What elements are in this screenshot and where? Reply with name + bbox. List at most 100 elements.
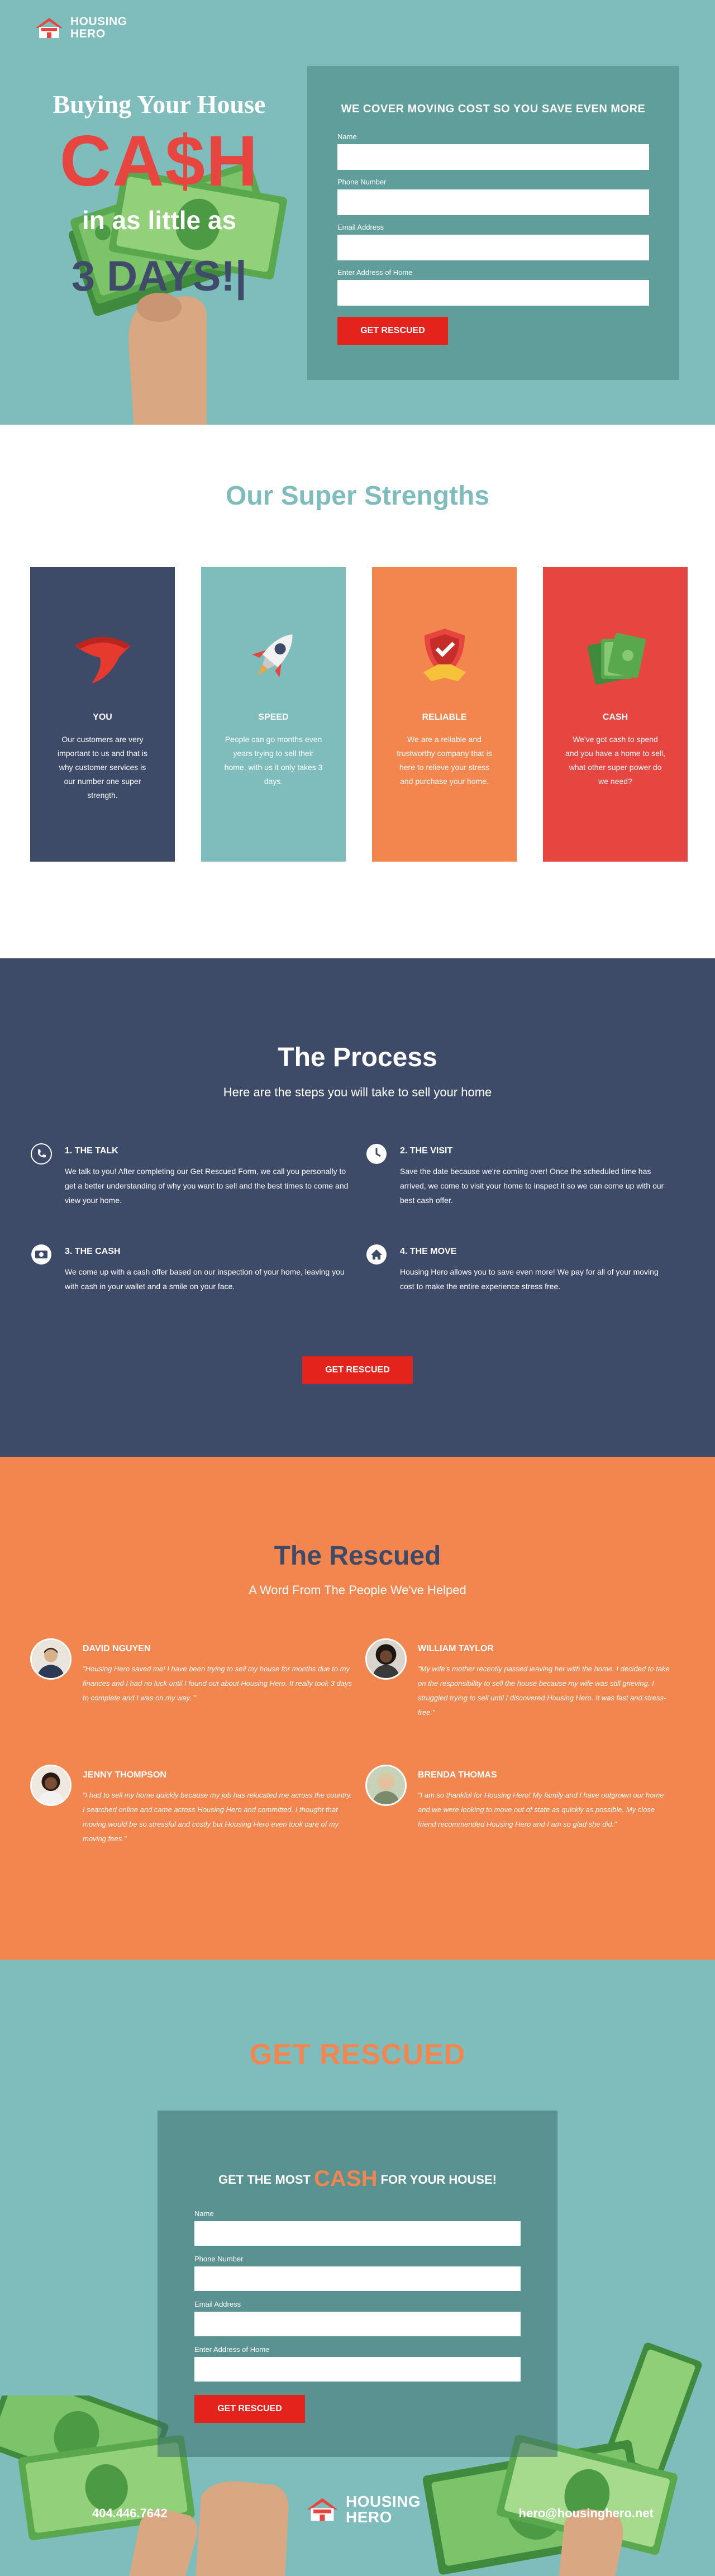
avatar: [365, 1765, 407, 1806]
process-step: 1. THE TALK We talk to you! After comple…: [30, 1143, 365, 1208]
email-input[interactable]: [337, 235, 649, 260]
hero-section: HOUSING HERO Buying Your House CA$H in a…: [0, 0, 715, 425]
process-step: 3. THE CASH We come up with a cash offer…: [30, 1244, 365, 1294]
testimonial: BRENDA THOMAS "I am so thankful for Hous…: [365, 1765, 685, 1846]
step-text: Housing Hero allows you to save even mor…: [400, 1267, 659, 1291]
testimonial-name: DAVID NGUYEN: [83, 1644, 151, 1653]
cta-heading-cash: CASH: [314, 2166, 378, 2191]
strength-text: We are a reliable and trustworthy compan…: [397, 735, 492, 786]
cta-heading-pre: GET THE MOST: [218, 2173, 311, 2187]
process-step: 4. THE MOVE Housing Hero allows you to s…: [365, 1244, 685, 1294]
strengths-cards: YOU Our customers are very important to …: [30, 567, 688, 862]
hero-subtitle: in as little as: [82, 206, 237, 235]
cta-form-heading: GET THE MOST CASH FOR YOUR HOUSE!: [194, 2166, 521, 2192]
testimonial-quote: "I had to sell my home quickly because m…: [83, 1791, 352, 1843]
step-text: We talk to you! After completing our Get…: [65, 1167, 349, 1205]
cta-section: GET RESCUED GET THE MOST CASH FOR YOUR H…: [0, 1960, 715, 2576]
strength-text: People can go months even years trying t…: [224, 735, 323, 786]
process-section: The Process Here are the steps you will …: [0, 958, 715, 1457]
clock-icon: [366, 1144, 387, 1164]
testimonial-name: BRENDA THOMAS: [418, 1770, 497, 1780]
rocket-icon: [251, 634, 292, 678]
cta-phone-label: Phone Number: [194, 2255, 244, 2263]
address-label: Enter Address of Home: [337, 268, 413, 277]
shield-handshake-icon: [423, 629, 466, 681]
strength-title: SPEED: [258, 712, 289, 722]
cta-heading-post: FOR YOUR HOUSE!: [380, 2173, 497, 2187]
testimonials-section: The Rescued A Word From The People We've…: [0, 1457, 715, 1960]
site-logo[interactable]: HOUSING HERO: [34, 16, 127, 40]
cta-address-input[interactable]: [194, 2357, 521, 2382]
cta-email-label: Email Address: [194, 2300, 241, 2308]
cta-email-input[interactable]: [194, 2312, 521, 2336]
avatar: [30, 1765, 72, 1806]
phone-input[interactable]: [337, 189, 649, 215]
hero-lead-form: WE COVER MOVING COST SO YOU SAVE EVEN MO…: [307, 66, 679, 380]
strength-text: We've got cash to spend and you have a h…: [565, 735, 666, 786]
name-input[interactable]: [337, 144, 649, 170]
footer-phone[interactable]: 404.446.7642: [92, 2506, 168, 2521]
cta-title: GET RESCUED: [249, 2038, 466, 2071]
strength-title: YOU: [93, 712, 112, 722]
strength-card-you: YOU Our customers are very important to …: [30, 567, 175, 862]
process-get-rescued-button[interactable]: GET RESCUED: [302, 1356, 413, 1384]
step-title: 3. THE CASH: [65, 1247, 121, 1256]
phone-icon: [31, 1143, 52, 1165]
logo-line-2: HERO: [70, 27, 106, 40]
testimonial-quote: "Housing Hero saved me! I have been tryi…: [83, 1665, 352, 1702]
footer-email[interactable]: hero@housinghero.net: [519, 2506, 654, 2521]
strength-text: Our customers are very important to us a…: [57, 735, 148, 800]
logo-line-1: HOUSING: [70, 15, 127, 28]
cape-icon: [74, 637, 131, 683]
step-title: 2. THE VISIT: [400, 1146, 453, 1156]
testimonials-title: The Rescued: [274, 1541, 441, 1571]
hand-illustration: [196, 2481, 289, 2576]
strengths-section: Our Super Strengths YOU Our customers ar…: [0, 425, 715, 958]
logo-text: HOUSING HERO: [70, 16, 127, 40]
address-input[interactable]: [337, 280, 649, 306]
cta-address-label: Enter Address of Home: [194, 2345, 270, 2354]
cta-lead-form: GET THE MOST CASH FOR YOUR HOUSE! Name P…: [158, 2111, 557, 2457]
avatar: [30, 1638, 72, 1680]
testimonial-quote: "I am so thankful for Housing Hero! My f…: [418, 1791, 664, 1828]
hero-cash-word: CA$H: [59, 121, 259, 201]
testimonial-name: WILLIAM TAYLOR: [418, 1644, 494, 1653]
cta-phone-input[interactable]: [194, 2266, 521, 2291]
step-text: Save the date because we're coming over!…: [400, 1167, 664, 1205]
testimonial-name: JENNY THOMPSON: [83, 1770, 166, 1780]
strength-card-speed: SPEED People can go months even years tr…: [201, 567, 346, 862]
cash-icon: [31, 1244, 51, 1265]
process-subtitle: Here are the steps you will take to sell…: [223, 1085, 492, 1099]
step-title: 4. THE MOVE: [400, 1247, 457, 1256]
strength-title: CASH: [602, 712, 628, 722]
email-label: Email Address: [337, 223, 384, 231]
strength-card-reliable: RELIABLE We are a reliable and trustwort…: [372, 567, 517, 862]
testimonial-list: DAVID NGUYEN "Housing Hero saved me! I h…: [30, 1638, 685, 1846]
testimonial: WILLIAM TAYLOR "My wife's mother recentl…: [365, 1638, 685, 1720]
home-icon: [366, 1244, 387, 1265]
strengths-title: Our Super Strengths: [225, 481, 490, 511]
hero-title: Buying Your House: [53, 90, 266, 118]
strength-card-cash: CASH We've got cash to spend and you hav…: [543, 567, 688, 862]
name-label: Name: [337, 132, 357, 141]
house-logo-icon: [307, 2498, 338, 2521]
hero-form-heading: WE COVER MOVING COST SO YOU SAVE EVEN MO…: [341, 103, 646, 115]
cta-name-label: Name: [194, 2209, 214, 2218]
cta-submit-button[interactable]: GET RESCUED: [194, 2395, 305, 2423]
strength-title: RELIABLE: [422, 712, 467, 722]
house-logo-icon: [36, 18, 63, 38]
step-title: 1. THE TALK: [65, 1146, 118, 1156]
hero-days: 3 DAYS!|: [71, 253, 247, 300]
testimonial: DAVID NGUYEN "Housing Hero saved me! I h…: [30, 1638, 365, 1720]
logo-line-1: HOUSING: [346, 2493, 421, 2510]
hero-submit-button[interactable]: GET RESCUED: [337, 317, 448, 345]
logo-text: HOUSING HERO: [346, 2494, 421, 2525]
testimonial-quote: "My wife's mother recently passed leavin…: [418, 1665, 670, 1717]
phone-label: Phone Number: [337, 178, 387, 186]
testimonial: JENNY THOMPSON "I had to sell my home qu…: [30, 1765, 365, 1846]
money-icon: [587, 633, 646, 685]
hero-copy: Buying Your House CA$H in as little as 3…: [34, 89, 285, 301]
footer-logo[interactable]: HOUSING HERO: [304, 2494, 421, 2525]
cta-name-input[interactable]: [194, 2221, 521, 2246]
logo-line-2: HERO: [346, 2508, 392, 2526]
